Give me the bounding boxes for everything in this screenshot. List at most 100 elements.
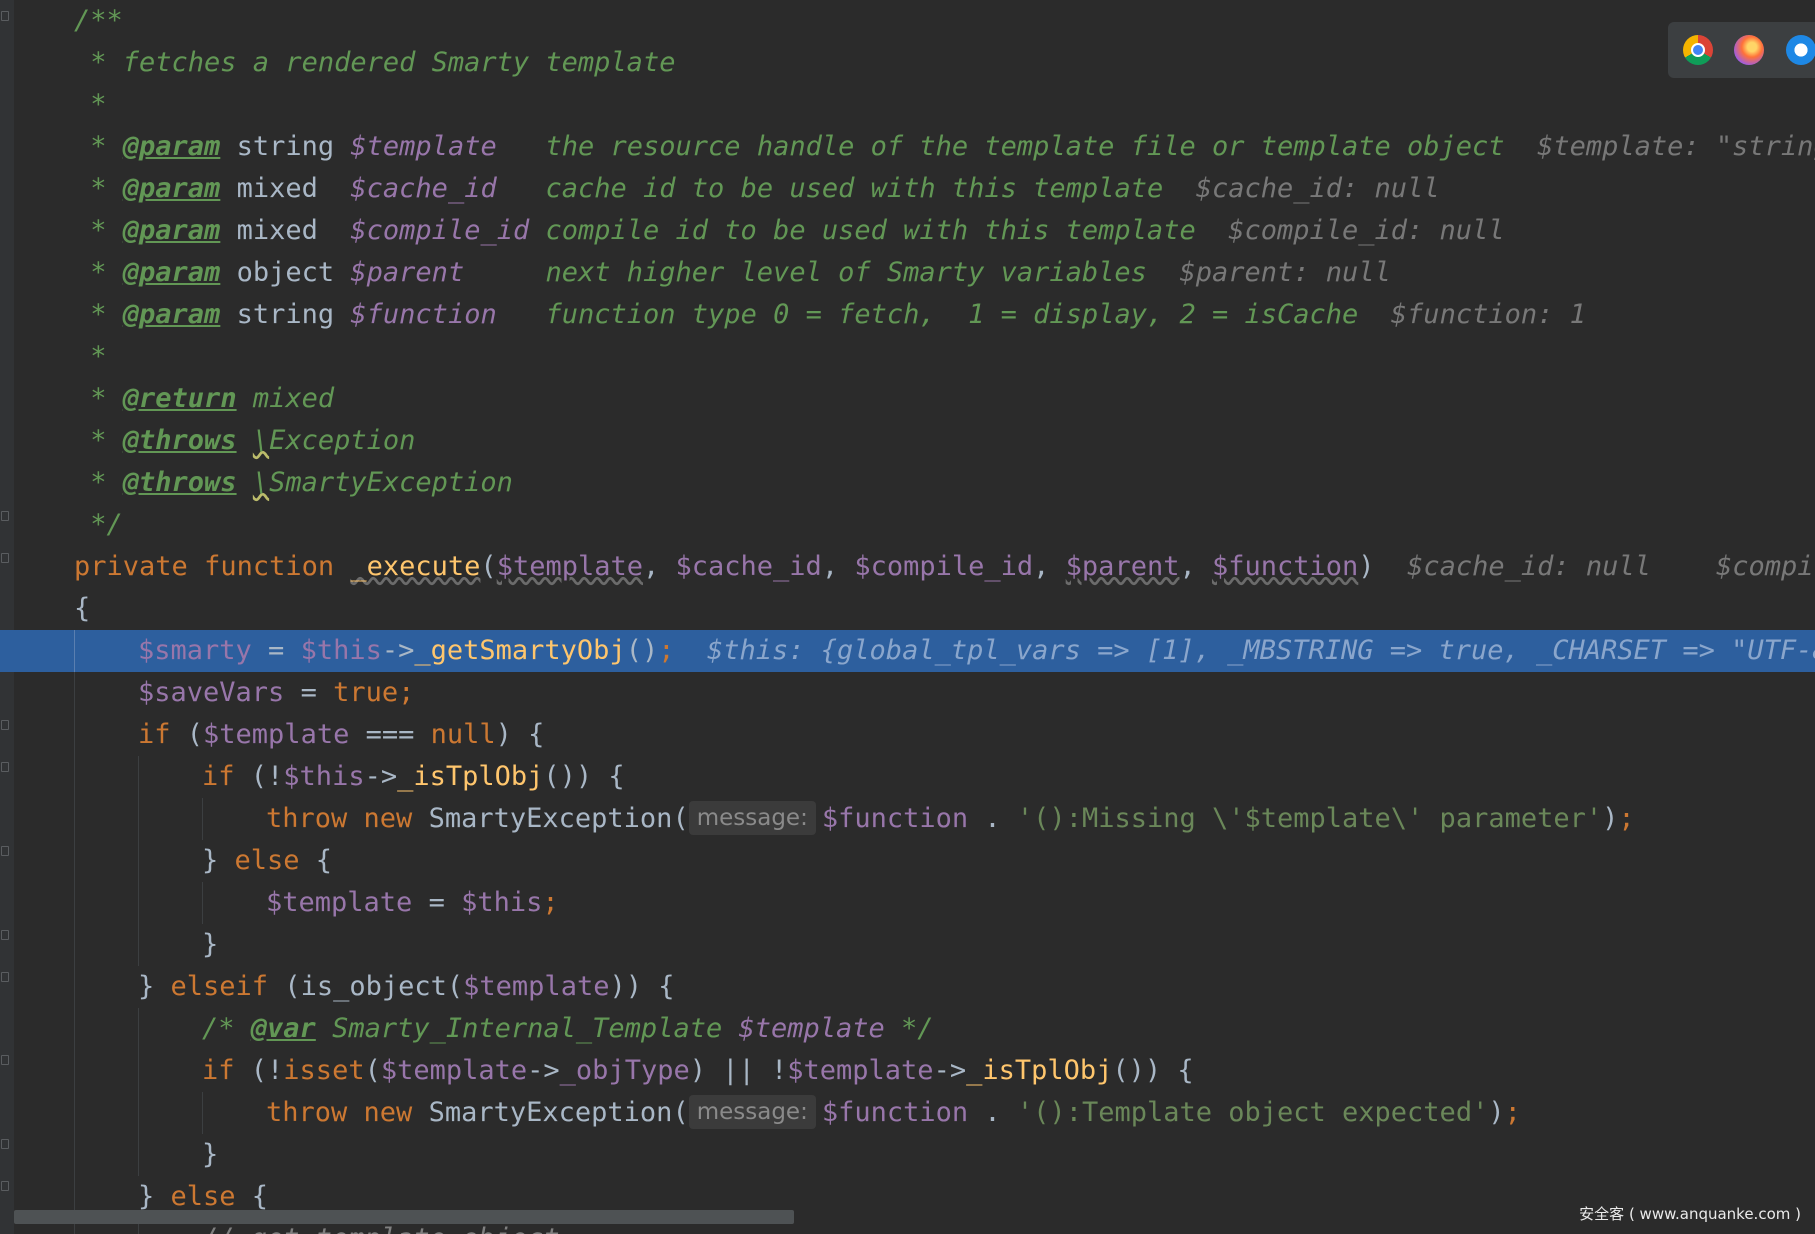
code-line[interactable]: if (!isset($template->_objType) || !$tem… [0,1050,1815,1092]
method-call[interactable]: _getSmartyObj [414,635,625,666]
line-comment: // get template object [202,1223,560,1234]
code-line[interactable]: if ($template === null) { [0,714,1815,756]
code-line[interactable]: if (!$this->_isTplObj()) { [0,756,1815,798]
code-editor[interactable]: /** * fetches a rendered Smarty template… [0,0,1815,1234]
doc-star: * [74,215,123,246]
doc-type: string [236,299,335,330]
keyword: new [363,1097,413,1128]
doc-type: mixed [236,215,335,246]
debug-value-hint: $function: 1 [1390,299,1586,330]
code-line[interactable]: * [0,336,1815,378]
variable: $this [461,887,543,918]
doc-type: SmartyException [269,467,513,498]
parameter-name-hint: message: [688,1095,816,1129]
doc-description: next higher level of Smarty variables [545,257,1147,288]
doc-tag: @param [122,173,221,204]
variable: $template [380,1055,528,1086]
keyword: throw [266,1097,348,1128]
code-line[interactable]: * @return mixed [0,378,1815,420]
code-line[interactable]: * @param mixed $compile_id compile id to… [0,210,1815,252]
variable: $saveVars [138,677,285,708]
keyword: else [234,845,300,876]
doc-backslash: \ [252,425,270,456]
keyword: throw [266,803,348,834]
code-line[interactable]: * @throws \SmartyException [0,462,1815,504]
debug-value-hint: $template: "string [1537,131,1815,162]
doc-variable: $function [350,299,497,330]
doc-description: the resource handle of the template file… [545,131,1505,162]
doc-tag: @param [122,257,221,288]
doc-star: * [74,173,123,204]
parameter-name-hint: message: [688,801,816,835]
parameter: $parent [1065,551,1180,582]
debug-value-hint: $compile [1715,551,1815,582]
code-line[interactable]: private function _execute($template, $ca… [0,546,1815,588]
horizontal-scrollbar[interactable] [14,1210,794,1224]
variable: $template [463,971,610,1002]
doc-description: cache id to be used with this template [545,173,1164,204]
chrome-icon[interactable] [1683,35,1713,65]
code-line[interactable]: $saveVars = true; [0,672,1815,714]
doc-comment: * fetches a rendered Smarty template [74,47,676,78]
code-line[interactable]: } else { [0,840,1815,882]
variable: $template [787,1055,934,1086]
keyword: null [430,719,496,750]
doc-description: function type 0 = fetch, 1 = display, 2 … [545,299,1359,330]
parameter: $compile_id [854,551,1034,582]
doc-tag: @param [122,215,221,246]
code-line[interactable]: /* @var Smarty_Internal_Template $templa… [0,1008,1815,1050]
string-literal: '():Missing \'$template\' parameter' [1016,803,1603,834]
code-line[interactable]: * [0,84,1815,126]
debug-value-hint: $compile_id: null [1228,215,1505,246]
doc-star: * [74,383,123,414]
brace: } [202,1139,219,1170]
keyword: new [363,803,413,834]
function-call[interactable]: is_object [301,971,447,1002]
code-line[interactable]: } [0,924,1815,966]
code-line[interactable]: * fetches a rendered Smarty template [0,42,1815,84]
method-call[interactable]: _isTplObj [966,1055,1112,1086]
code-line[interactable]: * @param string $function function type … [0,294,1815,336]
watermark: 安全客 ( www.anquanke.com ) [1579,1205,1801,1223]
current-execution-line[interactable]: $smarty = $this->_getSmartyObj(); $this:… [0,630,1815,672]
doc-variable: $parent [350,257,465,288]
doc-type: mixed [252,383,335,414]
doc-star: * [74,299,123,330]
code-line[interactable]: { [0,588,1815,630]
code-line[interactable]: * @param mixed $cache_id cache id to be … [0,168,1815,210]
firefox-icon[interactable] [1734,35,1764,65]
code-line[interactable]: throw new SmartyException(message: $funct… [0,1092,1815,1134]
function-name[interactable]: _execute [350,551,480,582]
code-line[interactable]: */ [0,504,1815,546]
comment-close: */ [884,1013,934,1044]
debug-value-hint: $cache_id: null [1407,551,1651,582]
doc-type: string [236,131,335,162]
code-line[interactable]: } elseif (is_object($template)) { [0,966,1815,1008]
code-line[interactable]: throw new SmartyException(message: $funct… [0,798,1815,840]
variable: $function [821,803,969,834]
keyword: if [202,761,235,792]
keyword: private [74,551,188,582]
keyword: if [138,719,171,750]
code-line[interactable]: $template = $this; [0,882,1815,924]
class-name: SmartyException [428,1097,673,1128]
doc-type: Smarty_Internal_Template [332,1013,723,1044]
method-call[interactable]: _isTplObj [397,761,543,792]
variable: $smarty [138,635,252,666]
code-line[interactable]: * @param object $parent next higher leve… [0,252,1815,294]
safari-icon[interactable] [1786,35,1815,65]
doc-tag: @var [250,1013,316,1044]
code-line[interactable]: /** [0,0,1815,42]
keyword: function [204,551,335,582]
doc-variable: $template [350,131,497,162]
doc-tag: @throws [122,425,237,456]
doc-type: Exception [269,425,416,456]
code-line[interactable]: * @param string $template the resource h… [0,126,1815,168]
code-line[interactable]: * @throws \Exception [0,420,1815,462]
doc-star: * [74,257,123,288]
keyword: true [333,677,399,708]
code-line[interactable]: } [0,1134,1815,1176]
doc-comment: * [74,89,107,120]
variable: $this [283,761,365,792]
variable: $template [203,719,350,750]
